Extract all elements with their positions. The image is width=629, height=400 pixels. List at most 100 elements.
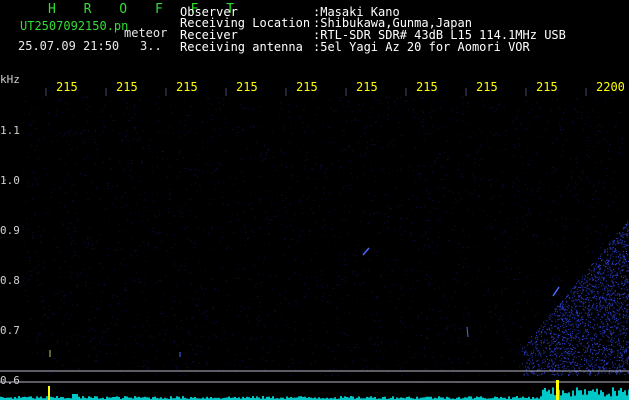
- noise-pixel: [599, 297, 601, 298]
- noise-pixel: [489, 305, 490, 307]
- noise-pixel: [30, 123, 32, 125]
- baseline-bar: [300, 396, 302, 400]
- noise-pixel: [568, 372, 570, 373]
- noise-pixel: [447, 327, 448, 329]
- noise-pixel: [62, 364, 64, 366]
- noise-pixel: [593, 327, 595, 329]
- noise-pixel: [601, 224, 603, 226]
- noise-pixel: [608, 348, 610, 350]
- noise-pixel: [429, 309, 430, 311]
- noise-pixel: [526, 225, 528, 227]
- noise-pixel: [121, 196, 123, 198]
- noise-pixel: [69, 266, 71, 268]
- noise-pixel: [143, 130, 145, 132]
- noise-pixel: [594, 364, 596, 366]
- noise-pixel: [576, 335, 578, 337]
- noise-pixel: [125, 180, 127, 182]
- noise-pixel: [532, 274, 534, 276]
- noise-pixel: [625, 251, 627, 252]
- noise-pixel: [117, 318, 119, 320]
- noise-pixel: [138, 281, 140, 283]
- baseline-bar: [592, 389, 594, 400]
- noise-pixel: [312, 211, 314, 213]
- noise-pixel: [437, 128, 439, 130]
- noise-pixel: [271, 201, 273, 203]
- noise-pixel: [159, 231, 161, 233]
- noise-pixel: [505, 135, 507, 137]
- noise-pixel: [612, 281, 614, 283]
- noise-pixel: [197, 227, 199, 228]
- noise-pixel: [488, 311, 490, 313]
- noise-pixel: [398, 298, 400, 300]
- noise-pixel: [449, 190, 451, 192]
- noise-pixel: [212, 199, 214, 201]
- noise-pixel: [178, 270, 180, 271]
- noise-pixel: [627, 297, 628, 299]
- baseline-bar: [522, 396, 524, 400]
- noise-pixel: [570, 363, 572, 365]
- noise-pixel: [566, 271, 568, 273]
- noise-pixel: [537, 360, 539, 362]
- noise-pixel: [341, 278, 343, 280]
- noise-pixel: [235, 177, 236, 179]
- noise-pixel: [245, 353, 247, 355]
- noise-pixel: [539, 115, 541, 117]
- noise-pixel: [405, 361, 407, 363]
- noise-pixel: [575, 372, 577, 374]
- noise-pixel: [383, 258, 385, 260]
- noise-pixel: [584, 279, 586, 281]
- noise-pixel: [156, 325, 158, 326]
- noise-pixel: [345, 366, 347, 368]
- noise-pixel: [601, 307, 603, 309]
- noise-pixel: [576, 282, 578, 284]
- noise-pixel: [234, 354, 236, 356]
- noise-pixel: [557, 367, 559, 369]
- noise-pixel: [576, 344, 578, 346]
- noise-pixel: [58, 306, 60, 308]
- noise-pixel: [243, 211, 245, 213]
- noise-pixel: [364, 248, 366, 250]
- noise-pixel: [563, 308, 565, 310]
- noise-pixel: [626, 350, 627, 352]
- noise-pixel: [42, 352, 44, 354]
- noise-pixel: [594, 349, 595, 351]
- noise-pixel: [623, 297, 625, 299]
- noise-pixel: [73, 357, 75, 359]
- noise-pixel: [289, 117, 291, 118]
- noise-pixel: [619, 254, 621, 256]
- noise-pixel: [535, 315, 537, 317]
- noise-pixel: [498, 195, 500, 197]
- noise-pixel: [173, 133, 175, 135]
- noise-pixel: [281, 255, 283, 257]
- noise-pixel: [123, 258, 125, 260]
- noise-pixel: [431, 309, 433, 311]
- noise-pixel: [616, 373, 618, 375]
- noise-pixel: [578, 340, 580, 342]
- noise-pixel: [424, 356, 425, 358]
- noise-pixel: [529, 363, 530, 365]
- noise-pixel: [598, 279, 599, 281]
- noise-pixel: [173, 307, 175, 309]
- noise-pixel: [60, 298, 62, 300]
- noise-pixel: [556, 372, 558, 374]
- noise-pixel: [584, 310, 586, 312]
- noise-pixel: [611, 333, 613, 335]
- noise-pixel: [434, 325, 436, 327]
- noise-pixel: [98, 308, 100, 310]
- baseline-bar: [252, 396, 254, 400]
- noise-pixel: [544, 360, 546, 362]
- noise-pixel: [222, 203, 224, 205]
- noise-pixel: [362, 269, 364, 271]
- noise-pixel: [427, 244, 429, 246]
- noise-pixel: [118, 241, 120, 243]
- noise-pixel: [306, 198, 308, 200]
- noise-pixel: [364, 165, 366, 167]
- noise-pixel: [619, 365, 621, 367]
- noise-pixel: [600, 265, 602, 266]
- noise-pixel: [552, 371, 554, 373]
- noise-pixel: [611, 254, 613, 256]
- noise-pixel: [102, 267, 104, 268]
- noise-pixel: [483, 104, 485, 106]
- noise-pixel: [29, 114, 31, 116]
- noise-pixel: [426, 190, 427, 192]
